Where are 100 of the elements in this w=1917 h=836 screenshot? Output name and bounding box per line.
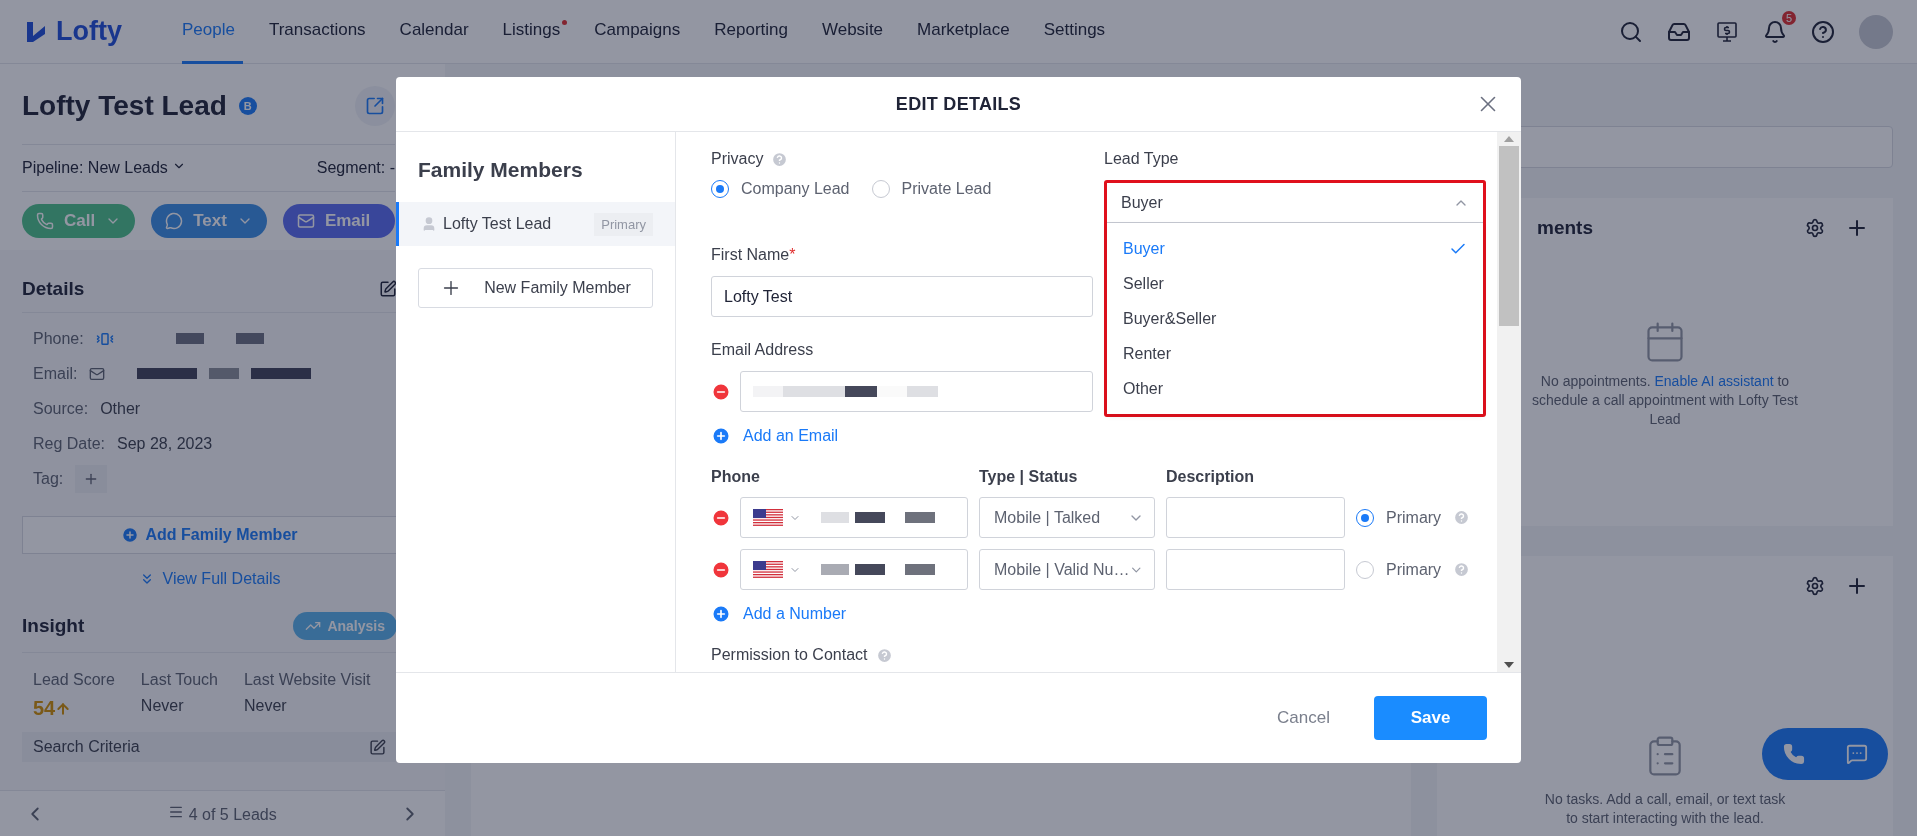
remove-button[interactable] <box>711 559 731 580</box>
radio-option[interactable]: Primary <box>1356 508 1497 527</box>
settings-icon[interactable] <box>1805 576 1825 597</box>
envelope-icon <box>89 365 106 382</box>
description-input[interactable] <box>1166 549 1345 590</box>
stat-label: Lead Score <box>33 671 115 689</box>
field-label: Email: <box>33 364 78 383</box>
field-value: Sep 28, 2023 <box>117 434 213 453</box>
nav-tab[interactable]: Reporting <box>714 0 796 64</box>
help-icon <box>1453 561 1471 578</box>
segment-label: Segment: - <box>316 159 395 177</box>
field-label: Source: <box>33 399 89 418</box>
nav-tab[interactable]: Campaigns <box>594 0 689 64</box>
empty-message: No appointments. Enable AI assistant to schedule a call appointment with Lofty Test Lead <box>1531 371 1799 429</box>
phone-input[interactable] <box>740 549 968 590</box>
dropdown-option[interactable]: Other <box>1107 371 1483 406</box>
redacted-block <box>821 564 849 575</box>
radio-button[interactable] <box>1356 508 1374 527</box>
help-icon[interactable] <box>1811 19 1835 44</box>
radio-button[interactable] <box>711 180 729 198</box>
envelope-icon <box>296 212 315 230</box>
logo[interactable]: Lofty <box>24 16 122 47</box>
redacted-block <box>821 512 849 523</box>
redacted-block <box>855 512 885 523</box>
dropdown-option[interactable]: Buyer <box>1107 231 1483 266</box>
family-member-item[interactable]: Lofty Test Lead Primary <box>396 202 675 246</box>
lead-score: 54 <box>33 697 115 720</box>
nav-tab[interactable]: Transactions <box>268 0 374 64</box>
section-title: Insight <box>22 615 85 637</box>
save-button[interactable]: Save <box>1374 696 1487 740</box>
radio-option[interactable]: Private Lead <box>871 180 992 198</box>
add-number-link[interactable]: Add a Number <box>711 604 1497 624</box>
radio-button[interactable] <box>1356 560 1374 579</box>
minus-circle-icon <box>711 507 731 528</box>
dollar-monitor-icon[interactable] <box>1715 19 1739 44</box>
redacted-block <box>855 564 885 575</box>
us-flag-icon <box>753 508 783 527</box>
phone-icon[interactable] <box>1782 743 1805 765</box>
nav-tab[interactable]: Calendar <box>399 0 477 64</box>
nav-tab[interactable]: Settings <box>1043 0 1114 64</box>
chat-bubble-icon <box>165 212 184 230</box>
redacted-block <box>877 386 907 397</box>
plus-circle-icon <box>711 426 731 446</box>
redacted-block <box>137 368 198 379</box>
cancel-button[interactable]: Cancel <box>1271 707 1336 729</box>
remove-button[interactable] <box>711 381 731 402</box>
remove-button[interactable] <box>711 507 731 528</box>
field-label: Tag: <box>33 469 64 488</box>
field-label: Privacy <box>711 150 764 168</box>
dropdown-option[interactable]: Buyer&Seller <box>1107 301 1483 336</box>
share-icon <box>365 96 385 116</box>
plus-circle-icon <box>121 526 140 544</box>
redacted-block <box>905 564 935 575</box>
email-input[interactable] <box>740 371 1093 412</box>
radio-option[interactable]: Primary <box>1356 560 1497 579</box>
field-label: First Name* <box>711 246 796 264</box>
share-button[interactable] <box>355 86 395 126</box>
field-label: Reg Date: <box>33 434 106 453</box>
us-flag-icon <box>753 560 783 579</box>
add-email-link[interactable]: Add an Email <box>711 426 1497 446</box>
dialog-title: EDIT DETAILS <box>895 93 1022 115</box>
pager-label: 4 of 5 Leads <box>168 803 277 824</box>
redacted-block <box>175 333 204 344</box>
pipeline-dropdown[interactable]: Pipeline: New Leads <box>22 159 187 177</box>
count-badge: 5 <box>1781 10 1796 25</box>
field-label: Phone: <box>33 329 84 348</box>
description-input[interactable] <box>1166 497 1345 538</box>
new-family-member-button[interactable]: New Family Member <box>418 268 653 308</box>
dropdown-option[interactable]: Renter <box>1107 336 1483 371</box>
field-label: Email Address <box>711 341 814 359</box>
nav-tab[interactable]: Website <box>821 0 892 64</box>
search-icon[interactable] <box>1619 19 1643 44</box>
person-icon <box>421 216 437 232</box>
redacted-block <box>905 512 935 523</box>
settings-icon[interactable] <box>1805 218 1825 238</box>
lead-badge: B <box>238 97 257 115</box>
member-name: Lofty Test Lead <box>443 215 552 233</box>
nav-tab[interactable]: Listings <box>502 0 569 64</box>
type-status-select[interactable]: Mobile | Talked <box>979 497 1155 538</box>
stat-value: Never <box>140 697 185 715</box>
edit-icon[interactable] <box>379 280 397 298</box>
radio-option[interactable]: Company Lead <box>711 180 850 198</box>
stat-label: Last Touch <box>140 671 218 689</box>
column-label: Type | Status <box>979 468 1079 486</box>
minus-circle-icon <box>711 381 731 402</box>
stat-value: Never <box>243 697 288 715</box>
card-title: ments <box>1537 217 1593 239</box>
radio-button[interactable] <box>871 180 890 198</box>
plus-circle-icon <box>711 604 731 624</box>
phone-input[interactable] <box>740 497 968 538</box>
nav-tab[interactable]: Marketplace <box>917 0 1018 64</box>
dropdown-option[interactable]: Seller <box>1107 266 1483 301</box>
panel-title: Family Members <box>418 158 584 182</box>
action-button[interactable]: Email <box>282 204 395 238</box>
required-mark: * <box>789 246 796 263</box>
chat-icon[interactable] <box>1845 743 1868 765</box>
type-status-select[interactable]: Mobile | Valid Nu… <box>979 549 1155 590</box>
first-name-input[interactable]: Lofty Test <box>711 276 1093 317</box>
add-tag-button[interactable] <box>75 464 108 493</box>
notifications-button[interactable]: 5 <box>1763 10 1796 44</box>
